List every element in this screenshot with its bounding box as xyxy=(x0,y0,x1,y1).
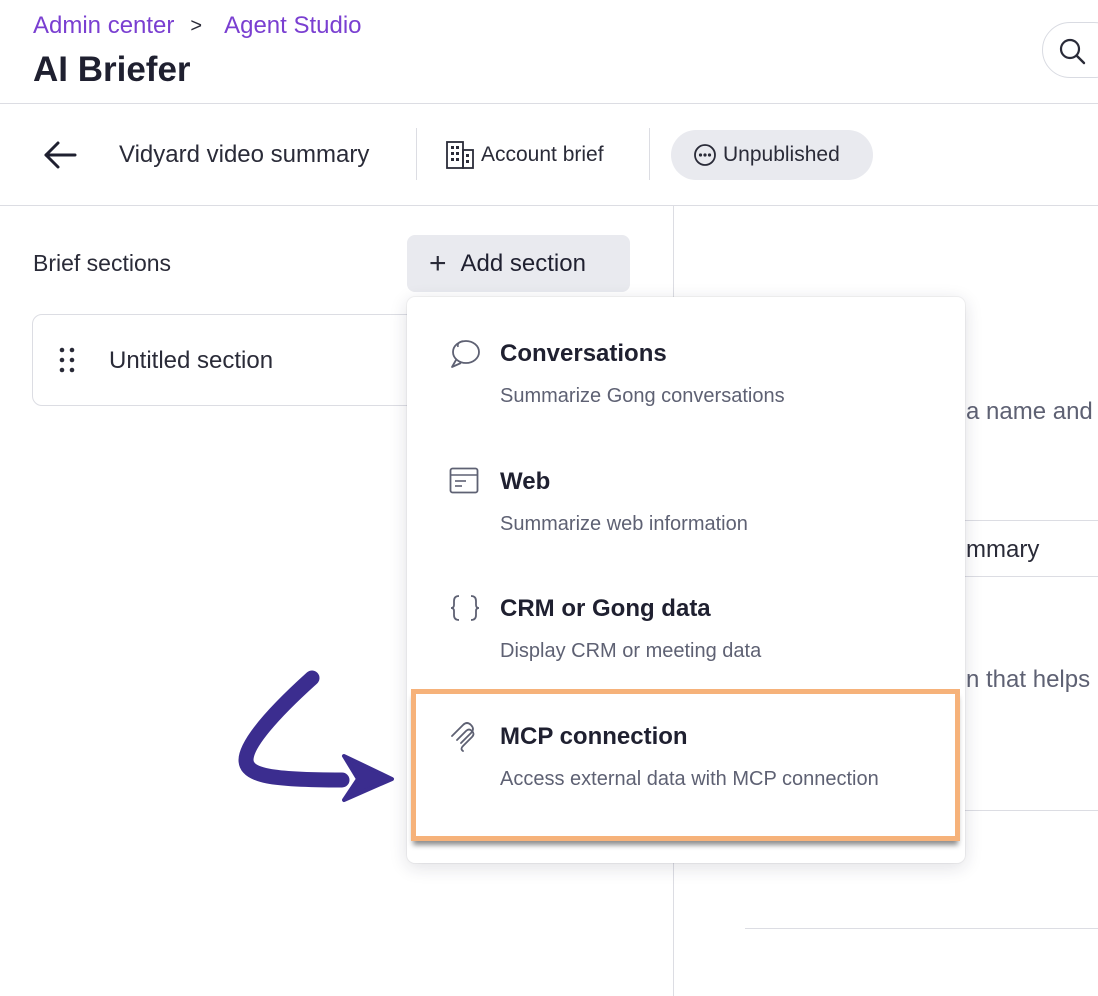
right-panel-hint: n that helps xyxy=(966,666,1091,693)
toolbar-separator xyxy=(416,128,417,180)
name-field-value[interactable]: mmary xyxy=(966,536,1039,564)
toolbar-separator xyxy=(649,128,650,180)
drag-handle-icon[interactable] xyxy=(58,347,76,373)
menu-item-description: Summarize web information xyxy=(500,513,748,535)
breadcrumb-agent-studio[interactable]: Agent Studio xyxy=(224,12,361,40)
input-border xyxy=(960,810,1098,811)
back-button[interactable] xyxy=(42,138,78,172)
breadcrumb-separator: > xyxy=(190,14,203,37)
chat-bubbles-icon xyxy=(451,340,480,368)
brief-sections-heading: Brief sections xyxy=(33,250,172,276)
arrow-left-icon xyxy=(44,141,77,169)
highlight-box xyxy=(411,689,960,841)
breadcrumb: Admin center > Agent Studio xyxy=(33,12,362,40)
breadcrumb-admin-center[interactable]: Admin center xyxy=(33,12,174,40)
menu-item-conversations[interactable]: Conversations xyxy=(500,340,667,368)
menu-item-web[interactable]: Web xyxy=(500,468,550,496)
section-card-label: Untitled section xyxy=(109,347,274,374)
agent-name[interactable]: Vidyard video summary xyxy=(119,141,369,169)
add-section-label: Add section xyxy=(460,249,586,277)
browser-window-icon xyxy=(449,467,479,494)
building-icon xyxy=(446,141,474,169)
page-title: AI Briefer xyxy=(33,50,191,89)
menu-item-description: Display CRM or meeting data xyxy=(500,640,762,662)
menu-item-description: Summarize Gong conversations xyxy=(500,385,785,407)
status-badge[interactable]: Unpublished xyxy=(671,130,873,180)
header-divider xyxy=(0,103,1098,104)
page: Admin center > Agent Studio AI Briefer V… xyxy=(0,0,1098,996)
search-icon xyxy=(1059,38,1086,65)
more-dots-icon xyxy=(694,144,716,166)
menu-item-crm-or-gong-data[interactable]: CRM or Gong data xyxy=(500,595,711,623)
status-label: Unpublished xyxy=(723,143,840,166)
account-brief-label: Account brief xyxy=(481,143,604,166)
search-button[interactable] xyxy=(1042,22,1098,78)
curly-braces-icon xyxy=(450,595,480,621)
account-brief-button[interactable]: Account brief xyxy=(445,140,604,170)
add-section-button[interactable]: + Add section xyxy=(407,235,630,292)
right-panel-description: a name and xyxy=(966,398,1093,425)
annotation-arrow-icon xyxy=(238,670,394,802)
plus-icon: + xyxy=(429,246,447,280)
toolbar-divider xyxy=(0,205,1098,206)
right-panel-divider xyxy=(745,928,1098,929)
